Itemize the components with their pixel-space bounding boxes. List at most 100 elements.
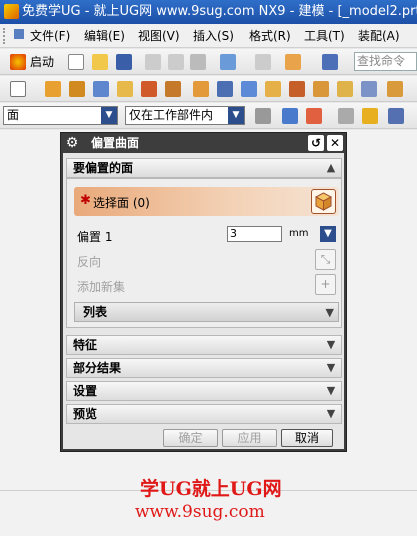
app-logo-icon: [4, 4, 19, 19]
hole-icon[interactable]: [141, 81, 157, 97]
draft-icon[interactable]: [337, 81, 353, 97]
apply-button[interactable]: 应用: [222, 429, 277, 447]
offset-options-button[interactable]: ▼: [320, 226, 336, 242]
block-icon[interactable]: [93, 81, 109, 97]
gear-icon[interactable]: ⚙: [64, 135, 80, 151]
watermark-title: 学UG就上UG网: [140, 478, 282, 500]
feature-toolbar: [0, 76, 417, 102]
menu-format[interactable]: 格式(R): [249, 27, 291, 45]
offset-face-icon[interactable]: [361, 81, 377, 97]
add-new-set-icon[interactable]: +: [315, 274, 336, 295]
close-icon[interactable]: ✕: [327, 135, 343, 151]
boss-icon[interactable]: [165, 81, 181, 97]
group-partial-result[interactable]: 部分结果 ▼: [66, 358, 342, 378]
type-filter-value: 面: [7, 108, 20, 122]
reverse-direction-icon[interactable]: ⤡: [315, 249, 336, 270]
offset-label: 偏置 1: [77, 230, 113, 244]
offset-value-input[interactable]: 3: [227, 226, 282, 242]
save-icon[interactable]: [116, 54, 132, 70]
edge-blend-icon[interactable]: [265, 81, 281, 97]
reverse-label: 反向: [77, 255, 102, 269]
standard-toolbar: 启动 查找命令: [0, 49, 417, 75]
reset-icon[interactable]: ↺: [308, 135, 324, 151]
add-new-set-label: 添加新集: [77, 280, 126, 294]
chevron-down-icon[interactable]: ▼: [101, 107, 117, 124]
face-cube-icon[interactable]: [311, 189, 336, 214]
chevron-down-icon[interactable]: ▼: [323, 337, 339, 353]
chevron-down-icon[interactable]: ▼: [323, 383, 339, 399]
group-settings[interactable]: 设置 ▼: [66, 381, 342, 401]
chevron-down-icon[interactable]: ▼: [323, 360, 339, 376]
chamfer-icon[interactable]: [289, 81, 305, 97]
list-toggle[interactable]: 列表 ▼: [74, 302, 339, 322]
sketch-icon[interactable]: [10, 81, 26, 97]
menu-icon[interactable]: [12, 27, 26, 45]
select-face-row[interactable]: ✱ 选择面 (0): [74, 187, 339, 216]
start-icon[interactable]: [10, 54, 26, 70]
faces-panel: ✱ 选择面 (0) 偏置 1 3 mm ▼ 反向 ⤡ 添加新集 + 列表 ▼: [66, 178, 342, 328]
point-constructor-icon[interactable]: [306, 108, 322, 124]
intersect-icon[interactable]: [241, 81, 257, 97]
dialog-header: ⚙ 偏置曲面 ↺ ✕: [61, 133, 346, 153]
group-feature[interactable]: 特征 ▼: [66, 335, 342, 355]
open-folder-icon[interactable]: [92, 54, 108, 70]
chevron-down-icon[interactable]: ▼: [323, 406, 339, 422]
section-settings-label: 设置: [73, 384, 98, 398]
section-feature-label: 特征: [73, 338, 98, 352]
paste-icon[interactable]: [190, 54, 206, 70]
shell-icon[interactable]: [313, 81, 329, 97]
menu-tools[interactable]: 工具(T): [304, 27, 345, 45]
snap-point-icon[interactable]: [282, 108, 298, 124]
revolve-icon[interactable]: [69, 81, 85, 97]
chevron-down-icon[interactable]: ▼: [326, 304, 334, 322]
menu-view[interactable]: 视图(V): [138, 27, 180, 45]
new-file-icon[interactable]: [68, 54, 84, 70]
scope-filter-value: 仅在工作部件内: [129, 108, 214, 122]
filter-settings-icon[interactable]: [255, 108, 271, 124]
menu-insert[interactable]: 插入(S): [193, 27, 234, 45]
menu-assembly[interactable]: 装配(A): [358, 27, 400, 45]
watermark-url: www.9sug.com: [135, 502, 265, 522]
menu-edit[interactable]: 编辑(E): [84, 27, 125, 45]
section-partial-result-label: 部分结果: [73, 361, 122, 375]
copy-icon[interactable]: [168, 54, 184, 70]
section-preview-label: 预览: [73, 407, 98, 421]
ok-button[interactable]: 确定: [163, 429, 218, 447]
required-asterisk-icon: ✱: [80, 193, 91, 208]
list-label: 列表: [83, 305, 108, 319]
chevron-down-icon[interactable]: ▼: [228, 107, 244, 124]
subtract-icon[interactable]: [217, 81, 233, 97]
cylinder-icon[interactable]: [117, 81, 133, 97]
group-preview[interactable]: 预览 ▼: [66, 404, 342, 424]
command-search-input[interactable]: 查找命令: [354, 52, 417, 71]
offset-surface-dialog: ⚙ 偏置曲面 ↺ ✕ 要偏置的面 ▲ ✱ 选择面 (0) 偏置 1 3 mm ▼…: [60, 132, 347, 452]
control-point-icon[interactable]: [388, 108, 404, 124]
group-faces-label: 要偏置的面: [73, 161, 134, 175]
dialog-body: 要偏置的面 ▲ ✱ 选择面 (0) 偏置 1 3 mm ▼ 反向 ⤡ 添加新集 …: [63, 153, 344, 449]
menu-bar: 文件(F) 编辑(E) 视图(V) 插入(S) 格式(R) 工具(T) 装配(A…: [0, 24, 417, 48]
toolbar-grip-icon[interactable]: [3, 28, 7, 44]
cut-icon[interactable]: [145, 54, 161, 70]
end-point-icon[interactable]: [338, 108, 354, 124]
chevron-up-icon[interactable]: ▲: [323, 160, 339, 176]
menu-file[interactable]: 文件(F): [30, 27, 70, 45]
command-finder-icon[interactable]: [322, 54, 338, 70]
repeat-command-icon[interactable]: [285, 54, 301, 70]
selection-toolbar: 面 ▼ 仅在工作部件内 ▼: [0, 103, 417, 129]
undo-icon[interactable]: [220, 54, 236, 70]
scope-filter-select[interactable]: 仅在工作部件内 ▼: [125, 106, 245, 125]
window-title-bar: 免费学UG - 就上UG网 www.9sug.com NX9 - 建模 - [_…: [0, 0, 417, 24]
type-filter-select[interactable]: 面 ▼: [3, 106, 118, 125]
trim-body-icon[interactable]: [387, 81, 403, 97]
start-button[interactable]: 启动: [30, 54, 54, 70]
offset-unit: mm: [289, 228, 309, 239]
group-faces-to-offset[interactable]: 要偏置的面 ▲: [66, 158, 342, 178]
window-title: 免费学UG - 就上UG网 www.9sug.com NX9 - 建模 - [_…: [22, 4, 417, 19]
mid-point-icon[interactable]: [362, 108, 378, 124]
cancel-button[interactable]: 取消: [281, 429, 333, 447]
redo-icon[interactable]: [255, 54, 271, 70]
extrude-icon[interactable]: [45, 81, 61, 97]
select-face-label: 选择面 (0): [93, 196, 150, 210]
dialog-title: 偏置曲面: [91, 136, 140, 150]
unite-icon[interactable]: [193, 81, 209, 97]
